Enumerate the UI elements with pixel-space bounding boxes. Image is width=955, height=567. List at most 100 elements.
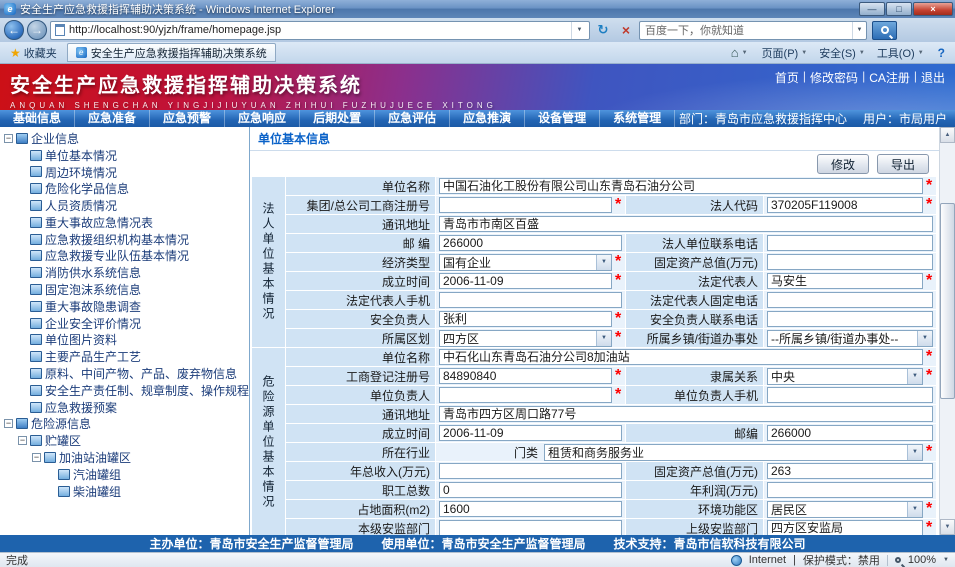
- search-dropdown-icon[interactable]: ▼: [852, 22, 866, 39]
- tree-item-10[interactable]: 重大事故隐患调查: [0, 298, 249, 315]
- form-input[interactable]: 青岛市四方区周口路77号: [439, 406, 933, 422]
- nav-item-4[interactable]: 后期处置: [300, 110, 375, 127]
- command-item-2[interactable]: 工具(O)▼: [871, 44, 930, 62]
- nav-item-5[interactable]: 应急评估: [375, 110, 450, 127]
- form-input[interactable]: [439, 463, 622, 479]
- scroll-down-icon[interactable]: ▼: [940, 519, 955, 535]
- tree-item-9[interactable]: 固定泡沫系统信息: [0, 281, 249, 298]
- minimize-button[interactable]: —: [859, 2, 885, 16]
- form-input[interactable]: 中国石油化工股份有限公司山东青岛石油分公司: [439, 178, 923, 194]
- form-input[interactable]: [439, 292, 622, 308]
- form-input[interactable]: 中石化山东青岛石油分公司8加油站: [439, 349, 923, 365]
- form-input[interactable]: 青岛市市南区百盛: [439, 216, 933, 232]
- command-item-0[interactable]: 页面(P)▼: [756, 44, 814, 62]
- collapse-icon[interactable]: −: [4, 134, 13, 143]
- maximize-button[interactable]: □: [886, 2, 912, 16]
- header-link-2[interactable]: CA注册: [869, 69, 910, 86]
- header-link-1[interactable]: 修改密码: [810, 69, 858, 86]
- tree-item-14[interactable]: 原料、中间产物、产品、废弃物信息: [0, 365, 249, 382]
- nav-item-3[interactable]: 应急响应: [225, 110, 300, 127]
- modify-button[interactable]: 修改: [817, 154, 869, 174]
- url-text[interactable]: http://localhost:90/yjzh/frame/homepage.…: [69, 24, 571, 36]
- form-input[interactable]: 马安生: [767, 273, 923, 289]
- tree-item-7[interactable]: 应急救援专业队伍基本情况: [0, 248, 249, 265]
- scroll-up-icon[interactable]: ▲: [940, 127, 955, 143]
- form-select[interactable]: 居民区▼: [767, 501, 923, 518]
- zoom-level[interactable]: 100%: [908, 554, 936, 566]
- scrollbar-thumb[interactable]: [940, 203, 955, 399]
- form-input[interactable]: 266000: [767, 425, 933, 441]
- form-input[interactable]: [767, 235, 933, 251]
- tab-active[interactable]: e 安全生产应急救援指挥辅助决策系统: [67, 43, 276, 62]
- form-select[interactable]: 中央▼: [767, 368, 923, 385]
- tree-item-19[interactable]: −加油站油罐区: [0, 449, 249, 466]
- tree-item-3[interactable]: 危险化学品信息: [0, 180, 249, 197]
- tree-item-2[interactable]: 周边环境情况: [0, 164, 249, 181]
- form-input[interactable]: 1600: [439, 501, 622, 517]
- nav-item-8[interactable]: 系统管理: [600, 110, 675, 127]
- collapse-icon[interactable]: −: [18, 436, 27, 445]
- command-item-1[interactable]: 安全(S)▼: [813, 44, 871, 62]
- zoom-dropdown-icon[interactable]: ▼: [943, 557, 949, 563]
- tree-item-15[interactable]: 安全生产责任制、规章制度、操作规程信息: [0, 382, 249, 399]
- form-input[interactable]: [767, 482, 933, 498]
- nav-item-2[interactable]: 应急预警: [150, 110, 225, 127]
- header-link-3[interactable]: 退出: [921, 69, 945, 86]
- form-input[interactable]: [767, 292, 933, 308]
- tree-item-0[interactable]: −企业信息: [0, 130, 249, 147]
- collapse-icon[interactable]: −: [4, 419, 13, 428]
- search-input[interactable]: 百度一下，你就知道 ▼: [639, 21, 867, 40]
- nav-item-1[interactable]: 应急准备: [75, 110, 150, 127]
- tree-item-5[interactable]: 重大事故应急情况表: [0, 214, 249, 231]
- scrollbar-track[interactable]: [940, 143, 955, 519]
- home-button[interactable]: ⌂ ▼: [725, 45, 754, 60]
- export-button[interactable]: 导出: [877, 154, 929, 174]
- stop-button[interactable]: ×: [616, 20, 636, 40]
- form-input[interactable]: [439, 520, 622, 535]
- form-input[interactable]: 张利: [439, 311, 612, 327]
- help-button[interactable]: ?: [932, 45, 951, 61]
- form-input[interactable]: 2006-11-09: [439, 273, 612, 289]
- tree-item-20[interactable]: 汽油罐组: [0, 466, 249, 483]
- nav-item-0[interactable]: 基础信息: [0, 110, 75, 127]
- form-select[interactable]: 国有企业▼: [439, 254, 612, 271]
- tree-item-8[interactable]: 消防供水系统信息: [0, 264, 249, 281]
- nav-item-7[interactable]: 设备管理: [525, 110, 600, 127]
- form-select[interactable]: 租赁和商务服务业▼: [544, 444, 923, 461]
- tree-item-6[interactable]: 应急救援组织机构基本情况: [0, 231, 249, 248]
- tree-item-13[interactable]: 主要产品生产工艺: [0, 348, 249, 365]
- form-input[interactable]: 84890840: [439, 368, 612, 384]
- address-dropdown-icon[interactable]: ▼: [571, 22, 587, 39]
- form-input[interactable]: 370205F119008: [767, 197, 923, 213]
- form-select[interactable]: 四方区▼: [439, 330, 612, 347]
- form-input[interactable]: 2006-11-09: [439, 425, 622, 441]
- back-button[interactable]: ←: [4, 20, 24, 40]
- form-input[interactable]: 0: [439, 482, 622, 498]
- search-button[interactable]: [872, 21, 897, 40]
- vertical-scrollbar[interactable]: ▲ ▼: [939, 127, 955, 535]
- tree-item-11[interactable]: 企业安全评价情况: [0, 315, 249, 332]
- header-link-0[interactable]: 首页: [775, 69, 799, 86]
- address-bar[interactable]: http://localhost:90/yjzh/frame/homepage.…: [50, 21, 590, 40]
- tree-item-16[interactable]: 应急救援预案: [0, 399, 249, 416]
- close-button[interactable]: ×: [913, 2, 953, 16]
- form-input[interactable]: [767, 311, 933, 327]
- forward-button[interactable]: →: [27, 20, 47, 40]
- form-input[interactable]: [767, 254, 933, 270]
- refresh-button[interactable]: ↻: [593, 20, 613, 40]
- tree-item-21[interactable]: 柴油罐组: [0, 483, 249, 500]
- form-input[interactable]: 266000: [439, 235, 622, 251]
- tree-item-4[interactable]: 人员资质情况: [0, 197, 249, 214]
- favorites-button[interactable]: ★ 收藏夹: [4, 44, 63, 62]
- form-input[interactable]: [439, 197, 612, 213]
- form-input[interactable]: [767, 387, 933, 403]
- collapse-icon[interactable]: −: [32, 453, 41, 462]
- form-input[interactable]: 263: [767, 463, 933, 479]
- tree-item-1[interactable]: 单位基本情况: [0, 147, 249, 164]
- form-input[interactable]: 四方区安监局: [767, 520, 923, 535]
- form-select[interactable]: --所属乡镇/街道办事处--▼: [767, 330, 933, 347]
- tree-item-18[interactable]: −贮罐区: [0, 432, 249, 449]
- tree-item-17[interactable]: −危险源信息: [0, 416, 249, 433]
- form-input[interactable]: [439, 387, 612, 403]
- tree-item-12[interactable]: 单位图片资料: [0, 332, 249, 349]
